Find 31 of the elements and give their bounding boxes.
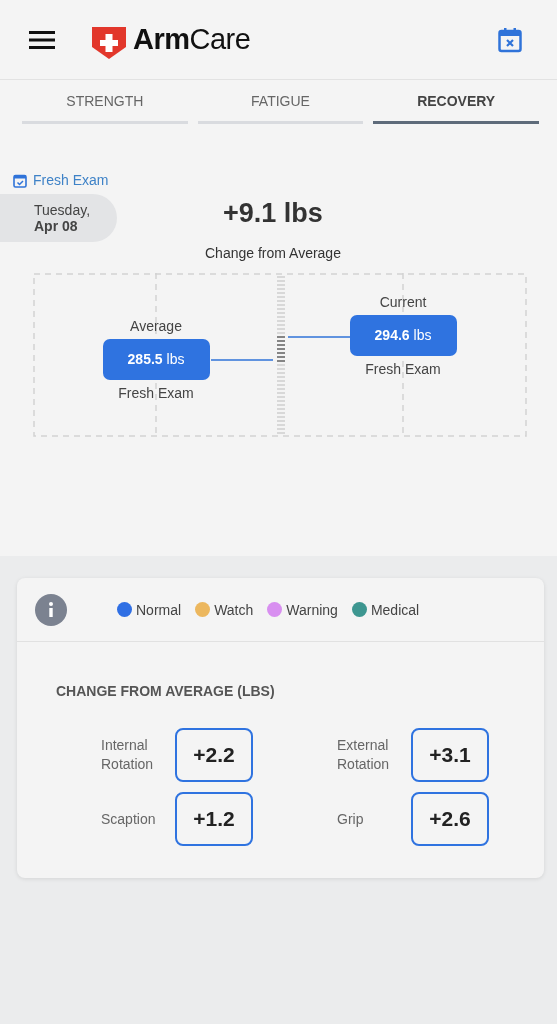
metric-value: +3.1 bbox=[411, 728, 489, 782]
node-source: Fresh Exam bbox=[118, 384, 194, 402]
legend-label: Watch bbox=[214, 601, 254, 618]
node-title: Current bbox=[379, 293, 427, 311]
change-value: +9.1 lbs bbox=[223, 198, 323, 229]
change-caption: Change from Average bbox=[205, 245, 341, 261]
exam-type-label: Fresh Exam bbox=[33, 172, 109, 188]
node-source: Fresh Exam bbox=[365, 360, 441, 378]
calendar-check-icon bbox=[13, 172, 27, 188]
date-pill[interactable]: Tuesday, Apr 08 bbox=[0, 194, 117, 242]
legend-label: Warning bbox=[286, 601, 338, 618]
legend-label: Medical bbox=[370, 601, 420, 618]
node-title: Average bbox=[130, 317, 182, 335]
connector-line bbox=[211, 359, 273, 361]
metric-label: Scaption bbox=[101, 809, 157, 829]
metric-value: +1.2 bbox=[175, 792, 253, 846]
value-chip: 294.6 lbs bbox=[349, 315, 457, 356]
metric-label: External Rotation bbox=[337, 736, 391, 774]
value-chip: 285.5 lbs bbox=[102, 339, 210, 380]
calendar-close-icon[interactable] bbox=[498, 26, 522, 53]
section-title: CHANGE FROM AVERAGE (LBS) bbox=[56, 683, 275, 699]
legend-label: Normal bbox=[136, 601, 182, 618]
shield-cross-icon bbox=[91, 24, 127, 61]
metric-label: Internal Rotation bbox=[101, 736, 155, 774]
app-logo: ArmCare bbox=[133, 23, 251, 56]
connector-line bbox=[288, 336, 350, 338]
metric-value: +2.2 bbox=[175, 728, 253, 782]
info-icon[interactable] bbox=[35, 593, 67, 626]
metric-label: Grip bbox=[337, 809, 365, 829]
metric-value: +2.6 bbox=[411, 792, 489, 846]
menu-icon[interactable] bbox=[29, 29, 55, 50]
